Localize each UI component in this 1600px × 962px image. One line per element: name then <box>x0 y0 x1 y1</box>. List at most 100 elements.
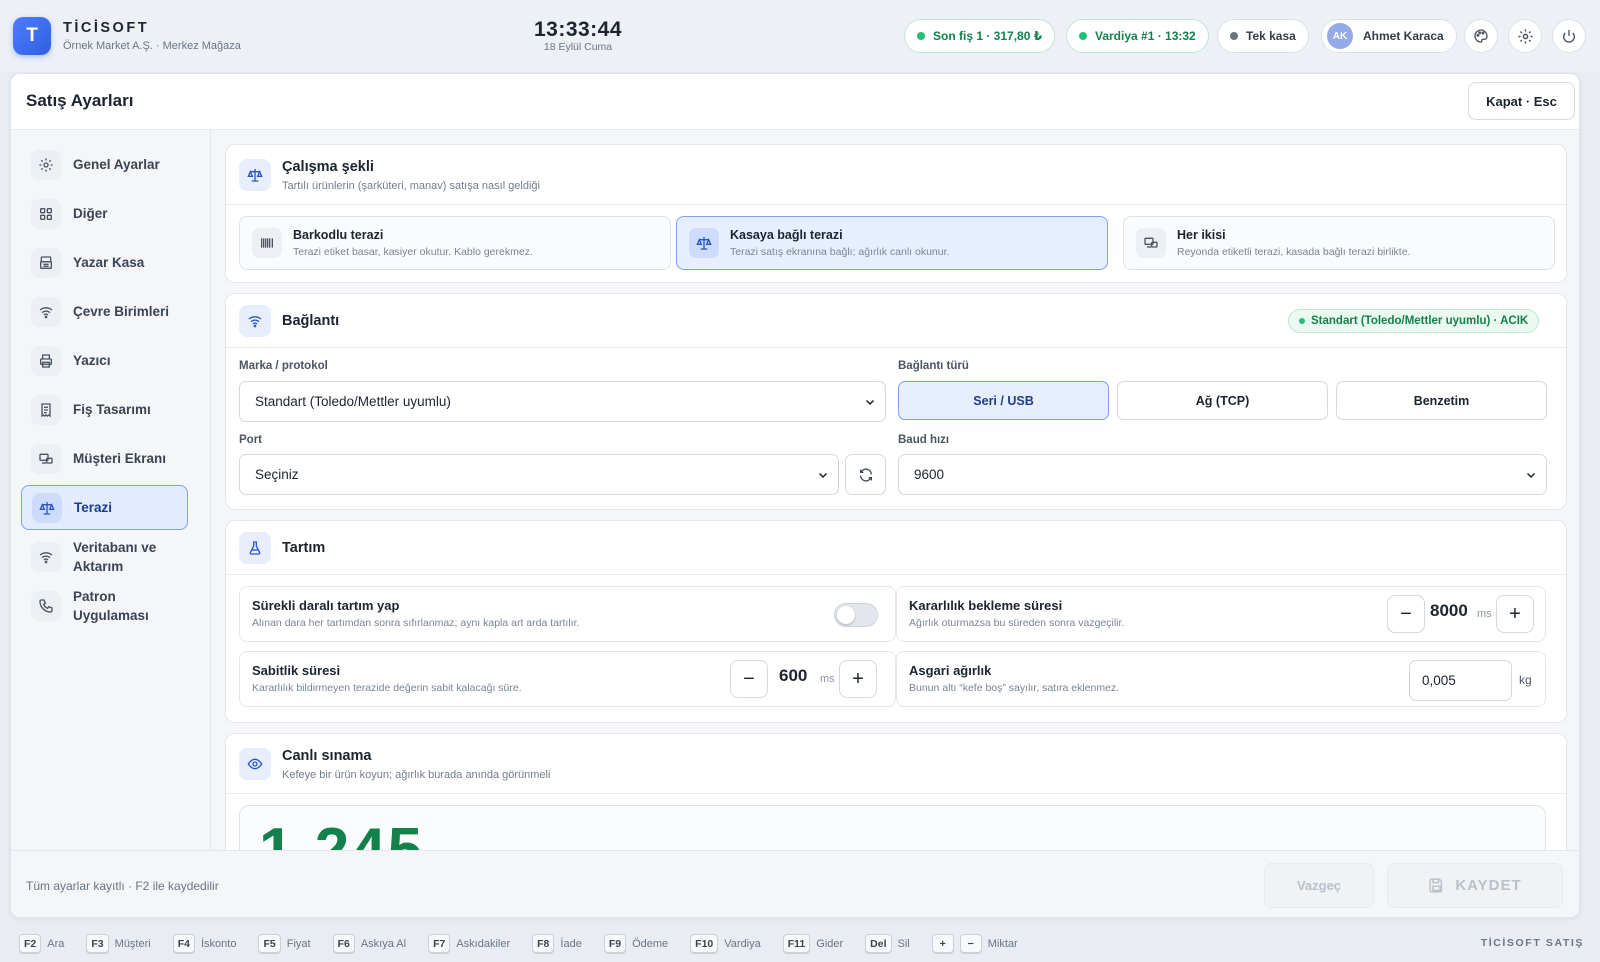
continuous-tare-row: Sürekli daralı tartım yap Alınan dara he… <box>239 586 896 642</box>
mode-option-connected-scale[interactable]: Kasaya bağlı terazi Terazi satış ekranın… <box>676 216 1108 270</box>
power-button[interactable] <box>1552 19 1586 53</box>
port-select[interactable]: Seçiniz <box>239 454 839 495</box>
stable-time-increment[interactable]: + <box>839 660 877 698</box>
shortcut-shift[interactable]: F10 Vardiya <box>690 934 761 953</box>
last-receipt-pill[interactable]: Son fiş 1 · 317,80 ₺ <box>904 19 1056 53</box>
shortcut-label: Fiyat <box>286 937 311 950</box>
cancel-button[interactable]: Vazgeç <box>1264 863 1374 908</box>
option-title: Barkodlu terazi <box>293 228 384 242</box>
cash-register-icon <box>31 247 61 278</box>
sidebar-item-customer-display[interactable]: Müşteri Ekranı <box>21 436 188 481</box>
conn-type-label: Bağlantı türü <box>898 360 969 372</box>
option-title: Her ikisi <box>1177 228 1226 242</box>
card-title: Bağlantı <box>282 313 340 329</box>
clock-time: 13:33:44 <box>533 18 623 41</box>
shortcut-label: Askıdakiler <box>456 937 511 950</box>
row-desc: Alınan dara her tartımdan sonra sıfırlan… <box>252 617 580 629</box>
register-pill[interactable]: Tek kasa <box>1217 19 1309 53</box>
palette-icon <box>1474 29 1488 43</box>
key-cap: F6 <box>332 934 355 953</box>
shortcut-price[interactable]: F5 Fiyat <box>258 934 311 953</box>
sidebar-item-boss-app[interactable]: Patron Uygulaması <box>21 583 188 628</box>
stable-time-decrement[interactable]: − <box>730 660 768 698</box>
row-title: Sabitlik süresi <box>252 663 341 678</box>
user-name: Ahmet Karaca <box>1363 29 1444 43</box>
shortcut-discount[interactable]: F4 İskonto <box>172 934 236 953</box>
shortcut-delete[interactable]: Del Sil <box>865 934 910 953</box>
user-pill[interactable]: AK Ahmet Karaca <box>1321 19 1457 53</box>
power-icon <box>1563 30 1575 43</box>
stable-time-value[interactable]: 600 <box>779 666 807 686</box>
mode-option-barcode[interactable]: Barkodlu terazi Terazi etiket basar, kas… <box>239 216 671 270</box>
shortcut-label: Sil <box>897 937 910 950</box>
row-title: Asgari ağırlık <box>909 663 992 678</box>
sidebar-item-database[interactable]: Veritabanı ve Aktarım <box>21 534 188 579</box>
shortcut-return[interactable]: F8 İade <box>532 934 582 953</box>
sidebar-item-receipt-design[interactable]: Fiş Tasarımı <box>21 387 188 432</box>
eye-icon <box>239 748 271 780</box>
sidebar-item-label: Fiş Tasarımı <box>73 402 151 417</box>
conn-type-tcp[interactable]: Ağ (TCP) <box>1117 381 1328 420</box>
sidebar-item-cash-register[interactable]: Yazar Kasa <box>21 240 188 285</box>
sidebar-item-scale[interactable]: Terazi <box>21 485 188 530</box>
sidebar-item-label: Yazıcı <box>73 353 111 368</box>
key-cap: F11 <box>782 934 811 953</box>
sidebar-item-printer[interactable]: Yazıcı <box>21 338 188 383</box>
refresh-ports-button[interactable] <box>845 454 886 495</box>
shortcut-hold[interactable]: F6 Askıya Al <box>332 934 406 953</box>
settings-content: Çalışma şekli Tartılı ürünlerin (şarküte… <box>211 130 1579 850</box>
shortcut-label: İade <box>560 937 582 950</box>
stability-wait-value[interactable]: 8000 <box>1430 601 1468 621</box>
baud-select[interactable]: 9600 <box>898 454 1547 495</box>
key-cap: − <box>959 934 982 953</box>
shortcut-label: Gider <box>816 937 844 950</box>
close-button[interactable]: Kapat · Esc <box>1468 82 1575 120</box>
top-bar: T TİCİSOFT Örnek Market A.Ş. · Merkez Ma… <box>0 0 1600 72</box>
shortcut-expense[interactable]: F11 Gider <box>782 934 844 953</box>
live-test-card: Canlı sınama Kefeye bir ürün koyun; ağır… <box>225 733 1567 850</box>
shortcut-label: Ödeme <box>632 937 669 950</box>
settings-panel: Satış Ayarları Kapat · Esc Genel Ayarlar… <box>10 73 1580 918</box>
row-title: Sürekli daralı tartım yap <box>252 598 400 613</box>
shortcut-quantity[interactable]: + − Miktar <box>931 934 1018 953</box>
save-status: Tüm ayarlar kayıtlı · F2 ile kaydedilir <box>26 879 219 893</box>
shift-pill[interactable]: Vardiya #1 · 13:32 <box>1066 19 1209 53</box>
weighing-card: Tartım Sürekli daralı tartım yap Alınan … <box>225 520 1567 723</box>
min-weight-input[interactable]: 0,005 <box>1409 660 1512 701</box>
printer-icon <box>31 345 61 376</box>
shortcut-label: Vardiya <box>724 937 761 950</box>
save-button[interactable]: KAYDET <box>1387 863 1563 908</box>
shortcut-payment[interactable]: F9 Ödeme <box>603 934 669 953</box>
chevron-down-icon <box>818 472 828 479</box>
continuous-tare-toggle[interactable] <box>834 603 878 627</box>
save-button-label: KAYDET <box>1455 877 1522 894</box>
stability-wait-decrement[interactable]: − <box>1387 595 1425 633</box>
brand-select-value: Standart (Toledo/Mettler uyumlu) <box>255 394 451 409</box>
conn-type-simulation[interactable]: Benzetim <box>1336 381 1547 420</box>
card-header: Canlı sınama Kefeye bir ürün koyun; ağır… <box>226 734 1566 794</box>
option-desc: Reyonda etiketli terazi, kasada bağlı te… <box>1177 246 1411 258</box>
flask-icon <box>239 532 271 564</box>
sidebar-item-label: Müşteri Ekranı <box>73 451 167 466</box>
scale-icon <box>32 492 62 523</box>
shortcut-customer[interactable]: F3 Müşteri <box>86 934 151 953</box>
shortcut-label: Miktar <box>987 937 1018 950</box>
brand-select[interactable]: Standart (Toledo/Mettler uyumlu) <box>239 381 886 422</box>
shortcut-bar: F2 Ara F3 Müşteri F4 İskonto F5 Fiyat F6 Askı… <box>0 925 1600 962</box>
stability-wait-increment[interactable]: + <box>1496 595 1534 633</box>
wifi-icon <box>239 305 271 337</box>
key-cap: + <box>931 934 954 953</box>
mode-option-both[interactable]: Her ikisi Reyonda etiketli terazi, kasad… <box>1123 216 1555 270</box>
settings-button[interactable] <box>1508 19 1542 53</box>
theme-button[interactable] <box>1464 19 1498 53</box>
toggle-knob <box>837 606 855 624</box>
sidebar-item-peripherals[interactable]: Çevre Birimleri <box>21 289 188 334</box>
sidebar-item-other[interactable]: Diğer <box>21 191 188 236</box>
sidebar-item-general[interactable]: Genel Ayarlar <box>21 142 188 187</box>
shortcut-search[interactable]: F2 Ara <box>19 934 64 953</box>
row-title: Kararlılık bekleme süresi <box>909 598 1063 613</box>
baud-label: Baud hızı <box>898 434 950 446</box>
status-badge: Standart (Toledo/Mettler uyumlu) · ACIK <box>1288 309 1540 333</box>
conn-type-serial-usb[interactable]: Seri / USB <box>898 381 1109 420</box>
shortcut-held-list[interactable]: F7 Askıdakiler <box>428 934 510 953</box>
